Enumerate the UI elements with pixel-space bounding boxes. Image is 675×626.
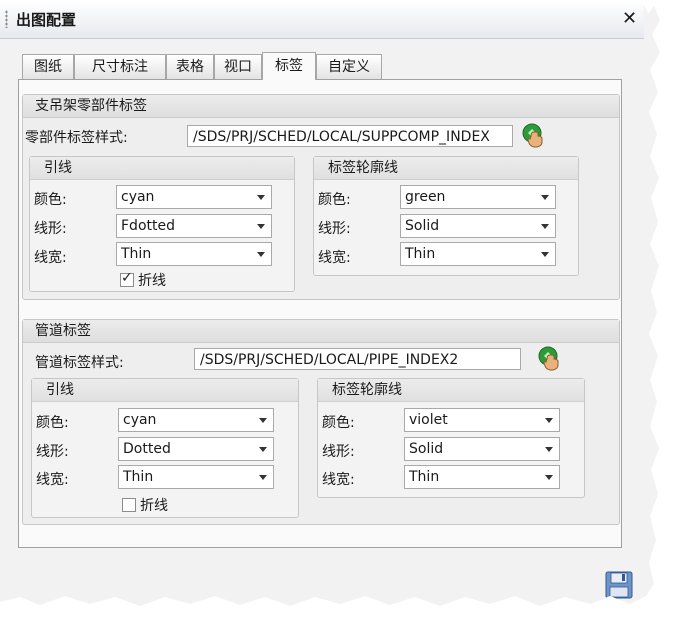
chevron-down-icon [545,418,553,423]
chevron-down-icon [545,447,553,452]
dialog-window: 出图配置 ✕ 图纸 尺寸标注 表格 视口 标签 自定义 支吊架零部件标签 零部件… [0,0,660,606]
pipe-leader-linetype-select[interactable]: Dotted [118,437,274,461]
pipe-leader-linewidth-value: Thin [123,469,154,485]
tab-content-panel: 支吊架零部件标签 零部件标签样式: /SDS/PRJ/SCHED/LOCAL/S… [18,79,622,548]
drag-grip-icon[interactable] [5,10,8,28]
chevron-down-icon [541,224,549,229]
pipe-leader-color-value: cyan [123,412,157,428]
pipe-outline-linewidth-label: 线宽: [322,472,355,488]
pipe-outline-color-value: violet [409,412,448,428]
support-leader-linetype-label: 线形: [34,221,67,237]
support-leader-group: 引线 颜色: cyan 线形: Fdotted 线宽: Thin ✓ 折线 [29,156,295,292]
support-outline-linewidth-label: 线宽: [318,250,351,266]
support-polyline-checkbox[interactable]: ✓ [120,270,134,287]
support-outline-group: 标签轮廓线 颜色: green 线形: Solid 线宽: Thin [313,156,579,276]
pipe-outline-color-label: 颜色: [322,415,355,431]
support-outline-linewidth-value: Thin [405,246,436,262]
pipe-outline-title: 标签轮廓线 [318,379,584,402]
pipe-leader-linetype-value: Dotted [123,441,171,457]
tab-label[interactable]: 标签 [262,52,316,80]
pipe-outline-linetype-value: Solid [409,441,444,457]
support-leader-color-label: 颜色: [34,192,67,208]
pipe-outline-color-select[interactable]: violet [404,408,560,432]
pipe-leader-color-label: 颜色: [36,415,69,431]
pipe-leader-linewidth-select[interactable]: Thin [118,465,274,489]
chevron-down-icon [259,475,267,480]
support-outline-color-select[interactable]: green [400,185,556,209]
chevron-down-icon [257,252,265,257]
support-style-field[interactable]: /SDS/PRJ/SCHED/LOCAL/SUPPCOMP_INDEX [187,125,513,147]
support-polyline-label: 折线 [138,273,166,289]
pipe-leader-color-select[interactable]: cyan [118,408,274,432]
pipe-leader-linewidth-label: 线宽: [36,472,69,488]
support-leader-linewidth-select[interactable]: Thin [116,242,272,266]
tab-viewport[interactable]: 视口 [214,54,262,79]
pipe-outline-linewidth-value: Thin [409,469,440,485]
checkmark-icon: ✓ [121,270,133,286]
pipe-style-label: 管道标签样式: [35,355,124,371]
chevron-down-icon [541,252,549,257]
title-bar: 出图配置 ✕ [0,0,644,39]
support-leader-linetype-select[interactable]: Fdotted [116,214,272,238]
chevron-down-icon [541,195,549,200]
support-leader-linetype-value: Fdotted [121,218,175,234]
support-style-label: 零部件标签样式: [25,130,128,146]
browse-hand-icon[interactable] [537,345,563,371]
support-leader-color-value: cyan [121,189,155,205]
tab-table[interactable]: 表格 [166,54,214,79]
pipe-outline-linetype-select[interactable]: Solid [404,437,560,461]
pipe-outline-linewidth-select[interactable]: Thin [404,465,560,489]
browse-hand-icon[interactable] [521,122,547,148]
pipe-leader-title: 引线 [32,379,298,402]
chevron-down-icon [259,447,267,452]
floppy-disk-icon[interactable] [604,570,634,600]
tab-drawing[interactable]: 图纸 [22,54,74,79]
tab-dimension[interactable]: 尺寸标注 [74,54,166,79]
support-leader-color-select[interactable]: cyan [116,185,272,209]
support-outline-linetype-select[interactable]: Solid [400,214,556,238]
chevron-down-icon [259,418,267,423]
pipe-style-field[interactable]: /SDS/PRJ/SCHED/LOCAL/PIPE_INDEX2 [194,348,521,370]
pipe-label-group-title: 管道标签 [23,320,619,343]
support-outline-color-label: 颜色: [318,192,351,208]
pipe-leader-group: 引线 颜色: cyan 线形: Dotted 线宽: Thin 折线 [31,378,299,518]
chevron-down-icon [257,224,265,229]
support-outline-title: 标签轮廓线 [314,157,578,180]
pipe-leader-linetype-label: 线形: [36,444,69,460]
pipe-polyline-label: 折线 [140,498,168,514]
chevron-down-icon [545,475,553,480]
pipe-label-group: 管道标签 管道标签样式: /SDS/PRJ/SCHED/LOCAL/PIPE_I… [22,319,620,525]
support-label-group: 支吊架零部件标签 零部件标签样式: /SDS/PRJ/SCHED/LOCAL/S… [22,94,620,300]
support-leader-title: 引线 [30,157,294,180]
support-leader-linewidth-label: 线宽: [34,250,67,266]
support-outline-linewidth-select[interactable]: Thin [400,242,556,266]
support-label-group-title: 支吊架零部件标签 [23,95,619,118]
support-leader-linewidth-value: Thin [121,246,152,262]
tab-custom[interactable]: 自定义 [316,54,382,79]
chevron-down-icon [257,195,265,200]
support-outline-linetype-value: Solid [405,218,440,234]
dialog-title: 出图配置 [16,11,77,29]
support-outline-linetype-label: 线形: [318,221,351,237]
pipe-outline-group: 标签轮廓线 颜色: violet 线形: Solid 线宽: Thin [317,378,585,498]
close-icon[interactable]: ✕ [622,8,637,29]
pipe-polyline-checkbox[interactable] [122,498,136,512]
pipe-outline-linetype-label: 线形: [322,444,355,460]
support-outline-color-value: green [405,189,446,205]
